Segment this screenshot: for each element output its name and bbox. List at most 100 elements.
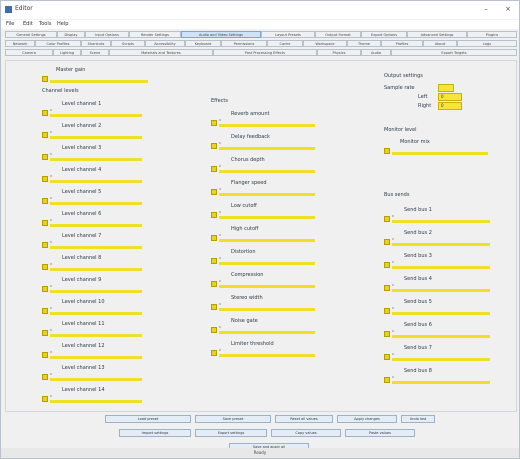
- slider-track[interactable]: [50, 268, 142, 271]
- level-slider[interactable]: 0: [211, 187, 315, 197]
- slider-track[interactable]: [219, 239, 315, 242]
- level-slider[interactable]: 0: [211, 302, 315, 312]
- level-slider[interactable]: 0: [42, 196, 142, 206]
- slider-track[interactable]: [219, 147, 315, 150]
- slider-knob[interactable]: [42, 396, 48, 402]
- slider-track[interactable]: [219, 354, 315, 357]
- slider-track[interactable]: [219, 216, 315, 219]
- level-slider[interactable]: 0: [384, 237, 490, 247]
- slider-knob[interactable]: [211, 120, 217, 126]
- monitor-mix-slider[interactable]: [384, 146, 488, 156]
- level-slider[interactable]: 0: [211, 141, 315, 151]
- sample-rate-spinner[interactable]: [438, 84, 454, 92]
- slider-track[interactable]: [392, 220, 490, 223]
- tab-1-2[interactable]: Display: [57, 31, 85, 38]
- slider-knob[interactable]: [384, 331, 390, 337]
- slider-track[interactable]: [392, 358, 490, 361]
- slider-knob[interactable]: [42, 110, 48, 116]
- tab-1-4[interactable]: Render Settings: [129, 31, 181, 38]
- level-slider[interactable]: 0: [384, 329, 490, 339]
- slider-knob[interactable]: [42, 154, 48, 160]
- slider-knob[interactable]: [384, 262, 390, 268]
- level-slider[interactable]: 0: [42, 306, 142, 316]
- tab-2-11[interactable]: Profiles: [381, 40, 423, 47]
- slider-track[interactable]: [50, 312, 142, 315]
- tab-2-1[interactable]: Network: [5, 40, 35, 47]
- slider-track[interactable]: [392, 312, 490, 315]
- close-button[interactable]: ×: [501, 5, 515, 13]
- slider-knob[interactable]: [211, 235, 217, 241]
- slider-track[interactable]: [50, 378, 142, 381]
- slider-knob[interactable]: [42, 132, 48, 138]
- tab-2-13[interactable]: Logs: [457, 40, 517, 47]
- slider-track[interactable]: [50, 158, 142, 161]
- level-slider[interactable]: 0: [384, 260, 490, 270]
- slider-knob[interactable]: [42, 242, 48, 248]
- level-slider[interactable]: 0: [42, 152, 142, 162]
- tab-1-10[interactable]: Plugins: [467, 31, 517, 38]
- tab-2-8[interactable]: Cache: [267, 40, 303, 47]
- level-slider[interactable]: 0: [211, 164, 315, 174]
- tab-1-5[interactable]: Audio and Video Settings: [181, 31, 261, 38]
- level-slider[interactable]: 0: [42, 218, 142, 228]
- action-button[interactable]: Load preset: [105, 415, 191, 423]
- slider-knob[interactable]: [211, 327, 217, 333]
- spin-right-input[interactable]: 0: [438, 102, 462, 110]
- slider-knob[interactable]: [42, 352, 48, 358]
- spin-left-input[interactable]: 0: [438, 93, 462, 101]
- level-slider[interactable]: 0: [42, 108, 142, 118]
- slider-track[interactable]: [50, 180, 142, 183]
- tab-2-7[interactable]: Permissions: [221, 40, 267, 47]
- level-slider[interactable]: 0: [42, 394, 142, 404]
- tab-3-2[interactable]: Lighting: [53, 49, 81, 56]
- slider-knob[interactable]: [211, 281, 217, 287]
- level-slider[interactable]: 0: [384, 375, 490, 385]
- tab-2-5[interactable]: Accessibility: [145, 40, 185, 47]
- tab-3-8[interactable]: Export Targets: [391, 49, 517, 56]
- tab-3-3[interactable]: Scene: [81, 49, 109, 56]
- action-button[interactable]: Export settings: [195, 429, 267, 437]
- level-slider[interactable]: 0: [211, 348, 315, 358]
- slider-track[interactable]: [392, 381, 490, 384]
- slider-track[interactable]: [50, 246, 142, 249]
- slider-track[interactable]: [50, 114, 142, 117]
- slider-knob[interactable]: [42, 374, 48, 380]
- slider-knob[interactable]: [211, 304, 217, 310]
- slider-knob[interactable]: [42, 220, 48, 226]
- level-slider[interactable]: 0: [384, 283, 490, 293]
- slider-track[interactable]: [219, 193, 315, 196]
- slider-track[interactable]: [392, 152, 488, 155]
- tab-1-1[interactable]: General Settings: [5, 31, 57, 38]
- slider-knob[interactable]: [42, 76, 48, 82]
- slider-knob[interactable]: [42, 176, 48, 182]
- slider-track[interactable]: [392, 289, 490, 292]
- slider-track[interactable]: [392, 335, 490, 338]
- level-slider[interactable]: 0: [211, 118, 315, 128]
- level-slider[interactable]: 0: [42, 284, 142, 294]
- level-slider[interactable]: 0: [42, 328, 142, 338]
- level-slider[interactable]: 0: [211, 279, 315, 289]
- slider-knob[interactable]: [42, 308, 48, 314]
- action-button[interactable]: Save preset: [195, 415, 271, 423]
- tab-2-12[interactable]: About: [423, 40, 457, 47]
- tab-1-9[interactable]: Advanced Settings: [407, 31, 467, 38]
- slider-knob[interactable]: [211, 189, 217, 195]
- slider-track[interactable]: [219, 331, 315, 334]
- slider-track[interactable]: [50, 136, 142, 139]
- slider-knob[interactable]: [384, 285, 390, 291]
- level-slider[interactable]: 0: [42, 350, 142, 360]
- slider-knob[interactable]: [384, 377, 390, 383]
- action-button[interactable]: Paste values: [345, 429, 415, 437]
- tab-1-8[interactable]: Export Options: [361, 31, 407, 38]
- menu-edit[interactable]: Edit: [23, 21, 33, 27]
- level-slider[interactable]: 0: [42, 262, 142, 272]
- slider-track[interactable]: [50, 334, 142, 337]
- slider-knob[interactable]: [42, 264, 48, 270]
- slider-track[interactable]: [219, 285, 315, 288]
- slider-track[interactable]: [392, 243, 490, 246]
- tab-3-1[interactable]: Camera: [5, 49, 53, 56]
- tab-2-6[interactable]: Keyboard: [185, 40, 221, 47]
- tab-2-3[interactable]: Shortcuts: [81, 40, 111, 47]
- slider-knob[interactable]: [211, 258, 217, 264]
- level-slider[interactable]: 0: [42, 240, 142, 250]
